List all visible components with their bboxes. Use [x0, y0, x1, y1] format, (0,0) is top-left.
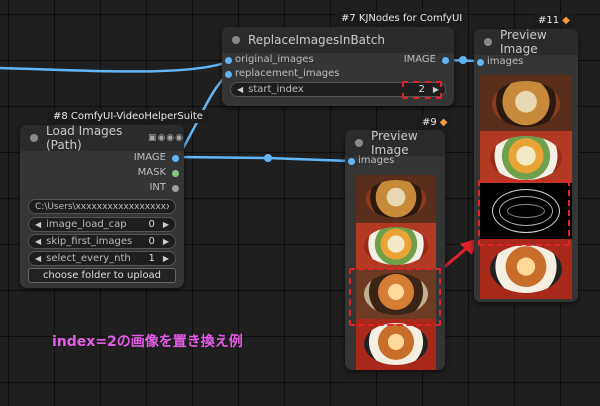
input-images: images — [487, 56, 524, 67]
badge-text: #9 — [422, 117, 437, 128]
output-mask-label: MASK — [137, 167, 166, 178]
output-int-label: INT — [149, 182, 166, 193]
decrement-arrow-icon[interactable]: ◀ — [35, 254, 41, 263]
increment-arrow-icon[interactable]: ▶ — [163, 254, 169, 263]
node-header[interactable]: Preview Image — [474, 28, 578, 56]
node-title: Load Images (Path) — [46, 124, 123, 152]
path-input[interactable]: C:\Users\xxxxxxxxxxxxxxxxxx\ — [28, 199, 176, 214]
ramen-image — [480, 75, 572, 131]
widget-label: image_load_cap — [46, 219, 127, 230]
load-images-node[interactable]: Load Images (Path) ▣◉◉◉ IMAGE MASK INT C… — [20, 124, 184, 288]
output-port-icon[interactable] — [442, 57, 449, 64]
input-original-images: original_images — [235, 54, 314, 65]
widget-value: 0 — [148, 236, 155, 247]
ramen-image — [356, 223, 436, 269]
output-image-label: IMAGE — [403, 54, 436, 65]
annotation-text: index=2の画像を置き換え例 — [52, 334, 243, 350]
decrement-arrow-icon[interactable]: ◀ — [35, 220, 41, 229]
node-badge: #11 ◆ — [533, 14, 575, 27]
increment-arrow-icon[interactable]: ▶ — [163, 237, 169, 246]
choose-folder-button[interactable]: choose folder to upload — [28, 268, 176, 283]
ramen-image — [480, 239, 572, 299]
widget-label: select_every_nth — [46, 253, 131, 264]
collapse-dot-icon[interactable] — [355, 139, 363, 147]
input-port-icon[interactable] — [225, 57, 232, 64]
input-port-icon[interactable] — [348, 158, 355, 165]
input-port-icon[interactable] — [225, 71, 232, 78]
select-every-nth-widget[interactable]: ◀ select_every_nth 1 ▶ — [28, 251, 176, 266]
image-load-cap-widget[interactable]: ◀ image_load_cap 0 ▶ — [28, 217, 176, 232]
node-badge: #7 KJNodes for ComfyUI — [336, 12, 468, 25]
preview-image-node-9[interactable]: Preview Image images — [345, 129, 445, 370]
original-image-highlight — [349, 268, 441, 326]
widget-value: 1 — [148, 253, 155, 264]
node-header[interactable]: Load Images (Path) ▣◉◉◉ — [20, 124, 184, 152]
ramen-image — [480, 131, 572, 183]
node-title: Preview Image — [371, 129, 418, 157]
ramen-image — [356, 319, 436, 370]
widget-label: skip_first_images — [46, 236, 133, 247]
badge-text: #11 — [538, 15, 560, 26]
fox-icon: ◆ — [562, 15, 570, 26]
node-title: Preview Image — [500, 28, 547, 56]
node-header[interactable]: Preview Image — [345, 129, 445, 157]
decrement-arrow-icon[interactable]: ◀ — [237, 85, 243, 94]
node-title: ReplaceImagesInBatch — [248, 33, 385, 47]
decrement-arrow-icon[interactable]: ◀ — [35, 237, 41, 246]
node-badge: #9 ◆ — [417, 116, 453, 129]
skip-first-images-widget[interactable]: ◀ skip_first_images 0 ▶ — [28, 234, 176, 249]
output-image-label: IMAGE — [133, 152, 166, 163]
collapse-dot-icon[interactable] — [30, 134, 38, 142]
ramen-image — [356, 175, 436, 223]
input-replacement-images: replacement_images — [235, 68, 340, 79]
output-port-icon[interactable] — [172, 170, 179, 177]
input-images: images — [358, 155, 395, 166]
start-index-highlight — [402, 81, 442, 99]
input-port-icon[interactable] — [477, 59, 484, 66]
path-value: C:\Users\xxxxxxxxxxxxxxxxxx\ — [35, 201, 169, 212]
node-header[interactable]: ReplaceImagesInBatch — [222, 27, 454, 53]
output-port-icon[interactable] — [172, 155, 179, 162]
replaced-image-highlight — [478, 180, 570, 246]
output-port-icon[interactable] — [172, 185, 179, 192]
widget-value: 0 — [148, 219, 155, 230]
collapse-dot-icon[interactable] — [232, 36, 240, 44]
widget-label: start_index — [248, 84, 304, 95]
collapse-dot-icon[interactable] — [484, 38, 492, 46]
fox-icon: ◆ — [439, 117, 448, 128]
preview-image-node-11[interactable]: Preview Image images — [474, 28, 578, 302]
node-badge: #8 ComfyUI-VideoHelperSuite — [48, 110, 208, 123]
node-icons: ▣◉◉◉ — [147, 133, 184, 143]
increment-arrow-icon[interactable]: ▶ — [163, 220, 169, 229]
